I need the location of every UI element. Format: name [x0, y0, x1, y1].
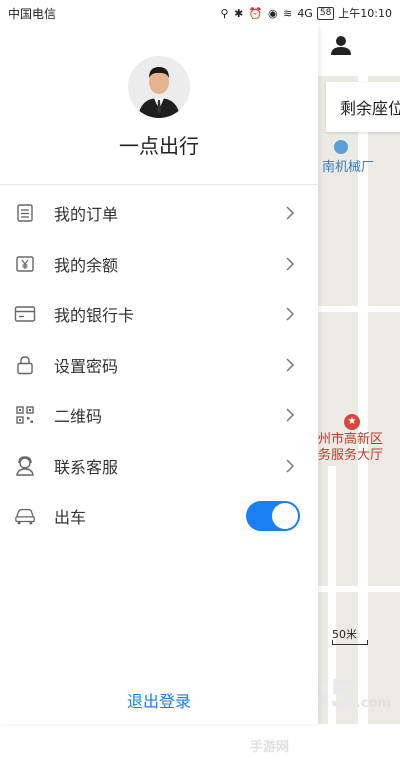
- logout-button[interactable]: 退出登录: [0, 688, 318, 712]
- carrier-label: 中国电信: [8, 6, 57, 21]
- poi-label: 务服务大厅: [318, 448, 384, 463]
- menu-item-label: 我的订单: [54, 205, 119, 225]
- drawer-menu: 我的订单 我的余额 我的银行卡 设置密码 二维码 联系客服 出车: [0, 188, 318, 542]
- map-pin-icon: [334, 140, 348, 154]
- map-scale-bar: [332, 640, 368, 645]
- map-poi[interactable]: ★ 州市高新区 务服务大厅: [318, 414, 383, 464]
- divider: [0, 184, 318, 185]
- poi-label: 南机械厂: [322, 160, 375, 175]
- star-pin-icon: ★: [344, 414, 360, 430]
- status-icons: ⚲ ✱ ⏰ ◉ ≋: [220, 6, 294, 20]
- menu-item-label: 我的银行卡: [54, 306, 135, 326]
- chevron-right-icon: [286, 408, 295, 422]
- chevron-right-icon: [286, 206, 295, 220]
- balance-yen-icon: [14, 253, 36, 275]
- poi-label: 州市高新区: [318, 432, 384, 447]
- menu-item-label: 出车: [54, 508, 87, 528]
- status-bar: 中国电信 ⚲ ✱ ⏰ ◉ ≋ 4G 58 上午10:10: [0, 0, 400, 26]
- menu-item-balance[interactable]: 我的余额: [0, 239, 318, 290]
- clock: 上午10:10: [338, 7, 392, 20]
- menu-item-label: 设置密码: [54, 356, 119, 376]
- seats-label: 剩余座位: [340, 99, 400, 118]
- menu-item-label: 我的余额: [54, 255, 119, 275]
- menu-item-depart: 出车: [0, 491, 318, 542]
- battery-icon: 58: [316, 6, 335, 20]
- chevron-right-icon: [286, 307, 295, 321]
- qr-code-icon: [14, 404, 36, 426]
- menu-item-orders[interactable]: 我的订单: [0, 188, 318, 239]
- avatar[interactable]: [128, 56, 190, 118]
- menu-item-customer-service[interactable]: 联系客服: [0, 441, 318, 492]
- map-top-bar: [318, 26, 400, 66]
- menu-item-set-password[interactable]: 设置密码: [0, 340, 318, 391]
- customer-service-icon: [14, 455, 36, 477]
- navigation-drawer: 一点出行 我的订单 我的余额 我的银行卡 设置密码 二维码 联系客服 出车 退出…: [0, 26, 318, 724]
- lock-icon: [14, 354, 36, 376]
- bank-card-icon: [14, 303, 36, 325]
- chevron-right-icon: [286, 257, 295, 271]
- toggle-knob: [272, 503, 298, 530]
- order-list-icon: [14, 202, 36, 224]
- profile-icon[interactable]: [330, 34, 352, 56]
- username: 一点出行: [119, 134, 199, 158]
- map-road: [318, 306, 400, 312]
- map-poi[interactable]: 南机械厂: [322, 140, 374, 175]
- menu-item-label: 二维码: [54, 407, 103, 427]
- map-view[interactable]: 剩余座位 南机械厂 ★ 州市高新区 务服务大厅 50米: [318, 26, 400, 724]
- menu-item-bank-card[interactable]: 我的银行卡: [0, 289, 318, 340]
- chevron-right-icon: [286, 358, 295, 372]
- status-right: ⚲ ✱ ⏰ ◉ ≋ 4G 58 上午10:10: [221, 5, 392, 21]
- chevron-right-icon: [286, 459, 295, 473]
- menu-item-qr-code[interactable]: 二维码: [0, 390, 318, 441]
- car-icon: [14, 505, 36, 527]
- signal-label: 4G: [297, 6, 313, 20]
- seats-card: 剩余座位: [326, 82, 400, 132]
- avatar-person-icon: [128, 56, 190, 118]
- menu-item-label: 联系客服: [54, 457, 119, 477]
- depart-toggle[interactable]: [246, 501, 300, 532]
- map-road: [318, 586, 400, 592]
